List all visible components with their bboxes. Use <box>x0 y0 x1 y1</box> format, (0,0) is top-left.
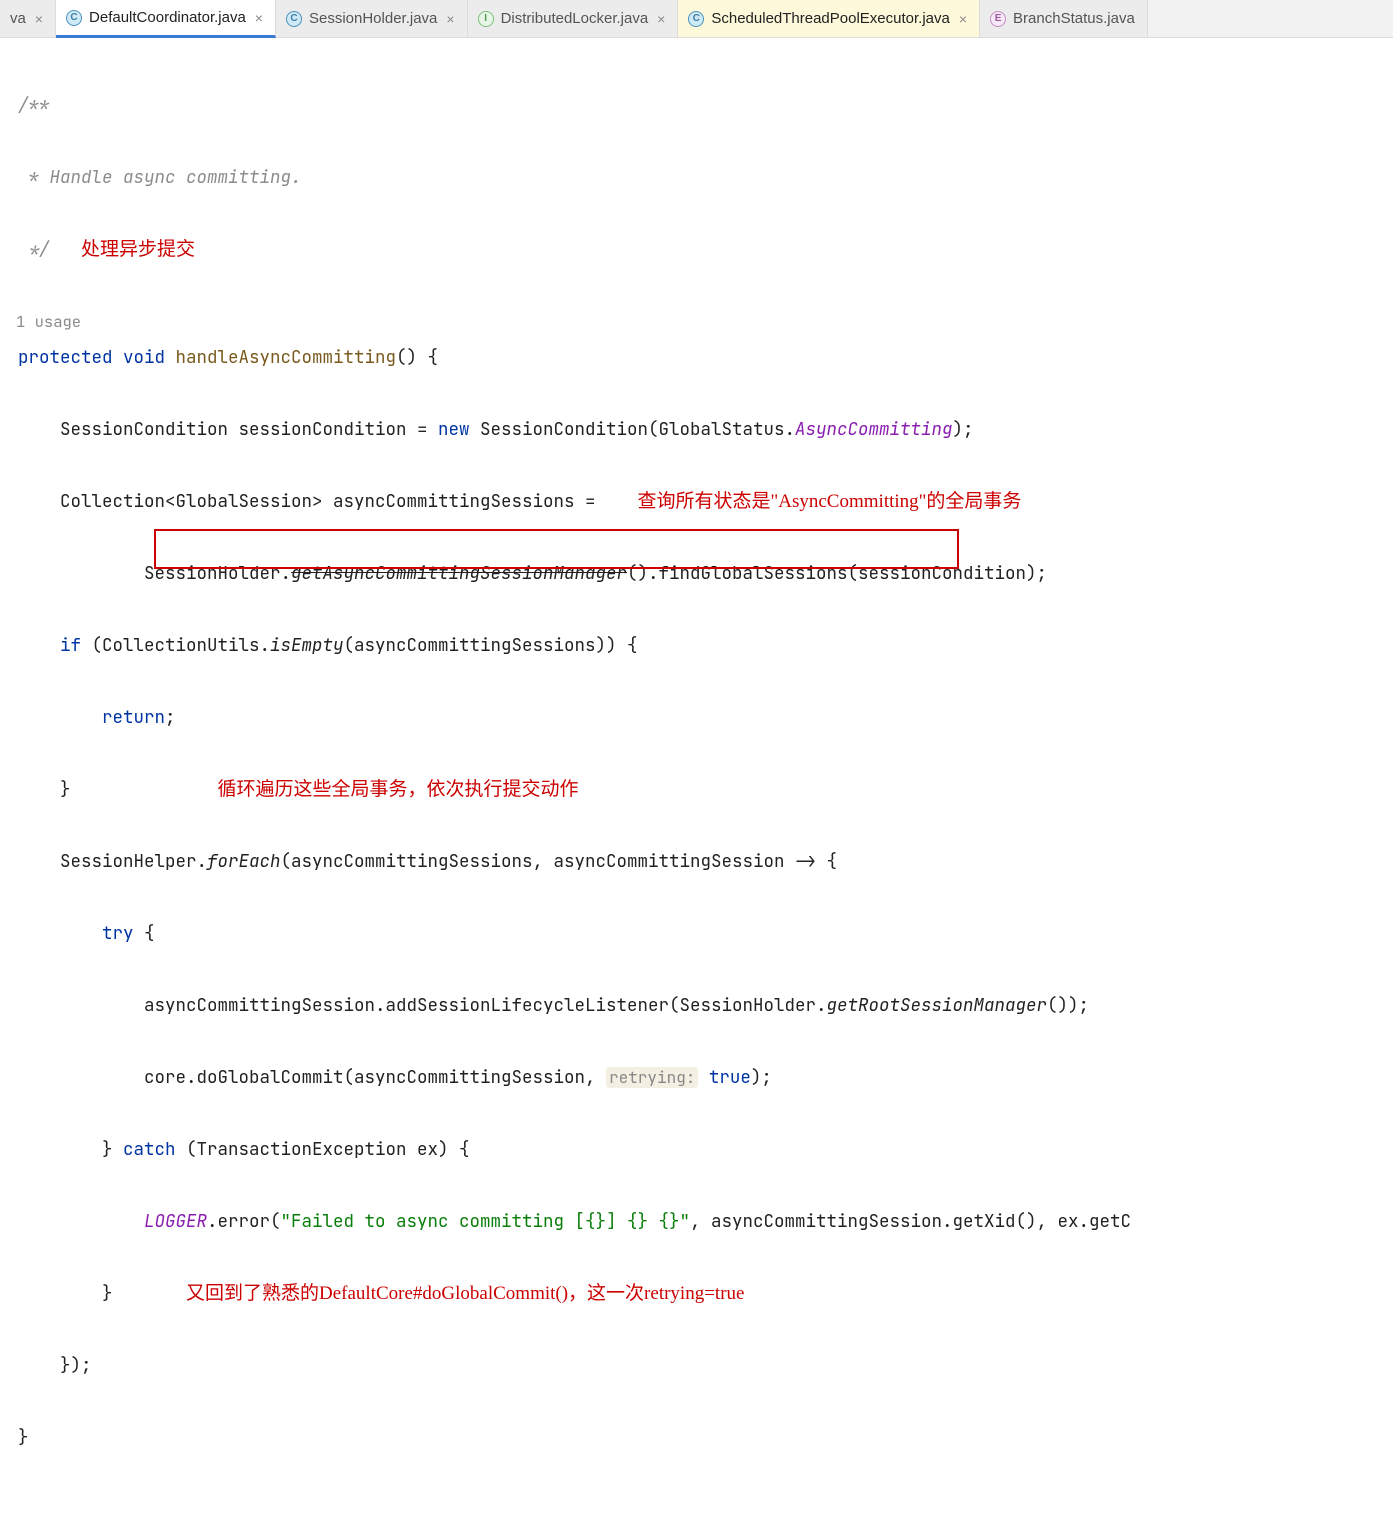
close-icon[interactable]: × <box>35 11 43 27</box>
enum-icon: E <box>990 11 1006 27</box>
annotation: 又回到了熟悉的DefaultCore#doGlobalCommit()，这一次r… <box>186 1283 744 1304</box>
annotation: 处理异步提交 <box>81 239 195 260</box>
tab-label: DistributedLocker.java <box>501 10 649 27</box>
comment: * Handle async committing. <box>18 166 302 189</box>
class-icon: C <box>286 11 302 27</box>
class-icon: C <box>688 11 704 27</box>
annotation: 循环遍历这些全局事务，依次执行提交动作 <box>218 779 579 800</box>
editor-tabs: va × C DefaultCoordinator.java × C Sessi… <box>0 0 1393 38</box>
interface-icon: I <box>478 11 494 27</box>
class-icon: C <box>66 10 82 26</box>
comment: */ <box>18 238 50 261</box>
tab-label: BranchStatus.java <box>1013 10 1135 27</box>
comment: /** <box>18 94 50 117</box>
close-icon[interactable]: × <box>446 11 454 27</box>
tab-label: va <box>10 10 26 27</box>
tab-branch-status[interactable]: E BranchStatus.java <box>980 0 1148 37</box>
tab-scheduled-executor[interactable]: C ScheduledThreadPoolExecutor.java × <box>678 0 980 37</box>
close-icon[interactable]: × <box>255 10 263 26</box>
highlight-box <box>154 529 959 569</box>
tab-session-holder[interactable]: C SessionHolder.java × <box>276 0 468 37</box>
parameter-hint: retrying: <box>606 1067 698 1088</box>
tab-default-coordinator[interactable]: C DefaultCoordinator.java × <box>56 0 276 38</box>
tab-label: SessionHolder.java <box>309 10 437 27</box>
usage-hint[interactable]: 1 usage <box>16 311 81 332</box>
tab-label: ScheduledThreadPoolExecutor.java <box>711 10 950 27</box>
tab-label: DefaultCoordinator.java <box>89 9 246 26</box>
close-icon[interactable]: × <box>657 11 665 27</box>
tab-distributed-locker[interactable]: I DistributedLocker.java × <box>468 0 679 37</box>
code-editor[interactable]: /** * Handle async committing. */ 处理异步提交… <box>0 38 1393 1516</box>
close-icon[interactable]: × <box>959 11 967 27</box>
annotation: 查询所有状态是"AsyncCommitting"的全局事务 <box>638 491 1022 512</box>
tab-partial[interactable]: va × <box>0 0 56 37</box>
